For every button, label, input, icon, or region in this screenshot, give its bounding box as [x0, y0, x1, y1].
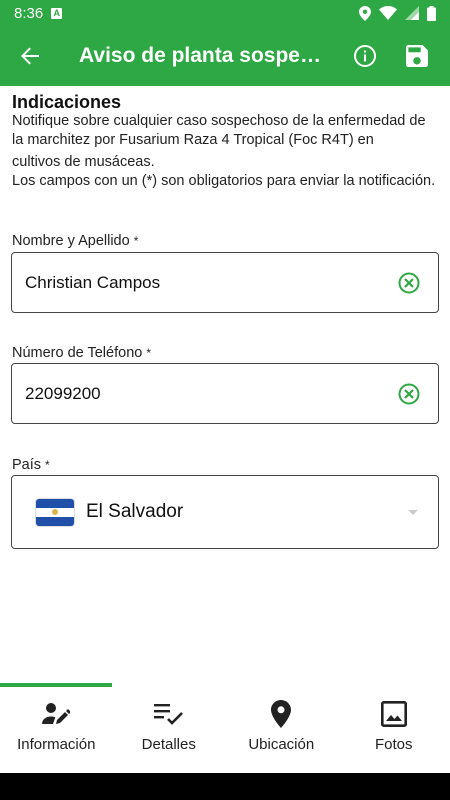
intro-text-1: Notifique sobre cualquier caso sospechos…: [12, 113, 426, 148]
intro-text-2: cultivos de musáceas.: [12, 154, 155, 170]
edit-person-icon: [42, 703, 71, 724]
app-bar: Aviso de planta sospechosa: [0, 26, 450, 86]
country-label-text: País: [12, 457, 42, 473]
signal-icon: [405, 6, 419, 20]
notification-badge: A: [51, 7, 63, 19]
country-select[interactable]: El Salvador: [11, 475, 439, 549]
tab-label: Información: [17, 736, 96, 753]
intro-section: Indicaciones Notifique sobre cualquier c…: [12, 92, 438, 191]
phone-label-text: Número de Teléfono: [12, 345, 143, 361]
image-icon: [380, 701, 407, 727]
location-pin-icon: [271, 700, 292, 728]
tab-informacion[interactable]: Información: [0, 687, 113, 773]
country-field-label: País *: [12, 457, 50, 473]
status-time: 8:36: [14, 4, 44, 22]
info-icon: [354, 45, 376, 67]
status-icons: [359, 5, 436, 21]
wifi-icon: [379, 6, 397, 20]
tab-label: Detalles: [141, 736, 196, 753]
status-bar: 8:36 A: [0, 0, 450, 26]
name-field-label: Nombre y Apellido *: [12, 233, 138, 249]
save-icon: [406, 45, 428, 67]
required-mark: *: [146, 346, 152, 360]
checklist-icon: [153, 704, 183, 725]
clear-name-button[interactable]: [386, 260, 432, 306]
location-status-icon: [359, 5, 371, 21]
tab-label: Fotos: [374, 736, 413, 753]
phone-input-value[interactable]: 22099200: [25, 384, 386, 404]
clear-icon: [398, 272, 420, 293]
intro-text-3: Los campos con un (*) son obligatorios p…: [12, 173, 436, 189]
tab-ubicacion[interactable]: Ubicación: [225, 687, 338, 773]
battery-icon: [427, 5, 436, 21]
save-button[interactable]: [391, 26, 443, 86]
name-input-value[interactable]: Christian Campos: [25, 273, 386, 293]
required-mark: *: [45, 458, 50, 472]
dropdown-caret-icon: [408, 509, 418, 515]
section-heading: Indicaciones: [12, 92, 122, 112]
info-button[interactable]: [339, 26, 391, 86]
page-title: Aviso de planta sospechosa: [79, 44, 331, 67]
el-salvador-flag-icon: [36, 498, 74, 526]
phone-field-label: Número de Teléfono *: [12, 345, 151, 361]
tab-fotos[interactable]: Fotos: [338, 687, 450, 773]
name-label-text: Nombre y Apellido: [12, 233, 130, 249]
name-field[interactable]: Christian Campos: [11, 252, 439, 313]
back-button[interactable]: [0, 26, 60, 86]
clear-icon: [398, 383, 420, 404]
system-navigation-bar: [0, 773, 450, 800]
arrow-left-icon: [21, 47, 39, 65]
tab-detalles[interactable]: Detalles: [113, 687, 226, 773]
tab-label: Ubicación: [248, 736, 315, 753]
bottom-navigation: Información Detalles Ubicación Fotos: [0, 687, 450, 773]
clear-phone-button[interactable]: [386, 371, 432, 417]
required-mark: *: [133, 234, 139, 248]
country-value: El Salvador: [86, 501, 184, 522]
phone-field[interactable]: 22099200: [11, 363, 439, 424]
